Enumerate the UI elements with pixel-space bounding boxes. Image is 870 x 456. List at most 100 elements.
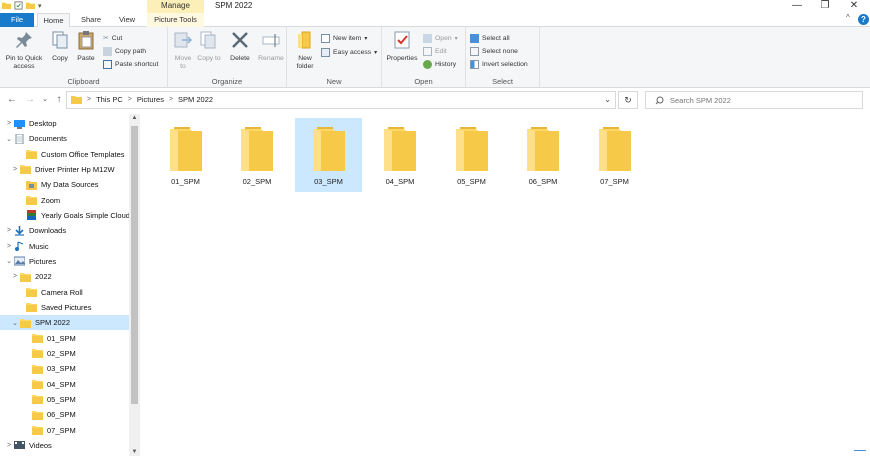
tree-item-04-spm[interactable]: 04_SPM [0,377,129,392]
easy-access-button[interactable]: Easy access ▾ [321,47,377,57]
tree-item-03-spm[interactable]: 03_SPM [0,361,129,376]
tab-file[interactable]: File [0,13,34,27]
tree-item-07-spm[interactable]: 07_SPM [0,423,129,438]
chevron-right-icon[interactable]: > [4,120,14,127]
search-input[interactable] [670,94,856,107]
folder-item[interactable]: 05_SPM [438,118,505,192]
tree-item-downloads[interactable]: > Downloads [0,223,129,238]
invert-selection-button[interactable]: Invert selection [470,59,528,69]
tree-item-saved-pictures[interactable]: Saved Pictures [0,300,129,315]
paste-shortcut-button[interactable]: Paste shortcut [103,59,158,69]
resize-grip[interactable] [854,450,866,454]
paste-button[interactable]: Paste [74,30,98,63]
scroll-up-arrow-icon[interactable]: ▲ [129,115,140,121]
history-button[interactable]: History [423,59,456,69]
folder-item[interactable]: 07_SPM [581,118,648,192]
move-to-button[interactable]: Move to [171,30,195,71]
tab-view[interactable]: View [110,13,144,27]
forward-button[interactable]: → [24,93,36,107]
recent-locations-button[interactable]: ⌄ [39,93,51,107]
copy-label: Copy [52,55,68,62]
chevron-right-icon[interactable]: > [4,243,14,250]
tree-item-pictures[interactable]: ⌄ Pictures [0,254,129,269]
chevron-right-icon[interactable]: > [4,442,14,449]
tree-item-custom-office-templates[interactable]: Custom Office Templates [0,147,129,162]
select-none-button[interactable]: Select none [470,46,518,56]
breadcrumb-spm-2022[interactable]: SPM 2022 [178,95,213,104]
minimize-button[interactable]: — [786,0,808,13]
up-button[interactable]: ↑ [53,93,65,107]
tree-item-documents[interactable]: ⌄ Documents [0,131,129,146]
folder-item[interactable]: 03_SPM [295,118,362,192]
cut-button[interactable]: ✂ Cut [103,33,122,43]
tree-item-zoom[interactable]: Zoom [0,193,129,208]
tree-item-02-spm[interactable]: 02_SPM [0,346,129,361]
tree-item-label: Videos [29,440,52,450]
new-folder-button[interactable]: New folder [291,30,319,71]
tree-item-01-spm[interactable]: 01_SPM [0,331,129,346]
tree-item-06-spm[interactable]: 06_SPM [0,407,129,422]
tree-item-label: Custom Office Templates [41,149,125,159]
close-button[interactable]: ✕ [843,0,865,13]
tree-item-desktop[interactable]: > Desktop [0,116,129,131]
chevron-right-icon[interactable]: > [10,273,20,280]
tree-item-music[interactable]: > Music [0,239,129,254]
tree-item-yearly-goals-simple-cloud-i[interactable]: Yearly Goals Simple Cloud I [0,208,129,223]
tree-item-2022[interactable]: >2022 [0,269,129,284]
new-folder-icon[interactable] [26,1,35,10]
breadcrumb-separator: > [127,96,132,103]
folder-item[interactable]: 04_SPM [367,118,434,192]
tree-item-spm-2022[interactable]: ⌄ SPM 2022 [0,315,129,331]
delete-button[interactable]: Delete [226,30,254,63]
scroll-down-arrow-icon[interactable]: ▼ [129,449,140,455]
chevron-right-icon[interactable]: > [10,166,20,173]
breadcrumb-this-pc[interactable]: This PC [96,95,123,104]
folder-item[interactable]: 06_SPM [510,118,577,192]
folder-icon [32,333,43,344]
chevron-down-icon[interactable]: ⌄ [4,135,14,143]
tree-item-driver-printer-hp-m12w[interactable]: > Driver Printer Hp M12W [0,162,129,177]
collapse-ribbon-icon[interactable]: ^ [846,13,850,22]
folder-item[interactable]: 02_SPM [224,118,291,192]
help-icon[interactable]: ? [858,14,869,25]
refresh-button[interactable]: ↻ [618,91,638,109]
copy-to-button[interactable]: Copy to [197,30,221,63]
tree-item-05-spm[interactable]: 05_SPM [0,392,129,407]
folder-item[interactable]: 01_SPM [152,118,219,192]
properties-button[interactable]: Properties [385,30,419,63]
copy-path-button[interactable]: Copy path [103,46,146,56]
tree-item-camera-roll[interactable]: Camera Roll [0,285,129,300]
scroll-thumb[interactable] [131,126,138,404]
chevron-down-icon[interactable]: ⌄ [4,257,14,265]
nav-pane-scrollbar[interactable]: ▲ ▼ [129,114,140,456]
back-button[interactable]: ← [6,93,18,107]
chevron-down-icon[interactable]: ⌄ [10,319,20,327]
new-item-button[interactable]: New item ▾ [321,33,367,43]
select-all-button[interactable]: Select all [470,33,510,43]
address-dropdown-icon[interactable]: ⌄ [604,95,611,104]
dropdown-arrow-icon: ▾ [364,35,368,42]
tab-home[interactable]: Home [37,13,70,28]
open-group-label: Open [414,77,433,86]
videos-icon [14,440,25,450]
organize-group-label: Organize [211,77,243,86]
address-bar[interactable]: > This PC > Pictures > SPM 2022 ⌄ [66,91,616,109]
search-box[interactable] [645,91,863,109]
properties-icon[interactable] [14,1,23,10]
edit-button[interactable]: Edit [423,46,447,56]
tree-item-videos[interactable]: > Videos [0,438,129,453]
qat-dropdown-icon[interactable]: ▾ [38,2,42,10]
tree-item-my-data-sources[interactable]: My Data Sources [0,177,129,192]
copy-button[interactable]: Copy [48,30,72,63]
pin-quick-access-button[interactable]: Pin to Quick access [2,30,46,71]
folder-icon[interactable] [2,1,11,10]
open-button[interactable]: Open ▾ [423,33,458,43]
window-title: SPM 2022 [215,1,253,10]
rename-button[interactable]: Rename [256,30,286,63]
chevron-right-icon[interactable]: > [4,227,14,234]
tab-picture-tools[interactable]: Picture Tools [147,13,204,27]
tab-share[interactable]: Share [74,13,108,27]
invert-selection-icon [470,59,479,69]
breadcrumb-pictures[interactable]: Pictures [137,95,164,104]
maximize-button[interactable]: ❐ [814,0,836,13]
